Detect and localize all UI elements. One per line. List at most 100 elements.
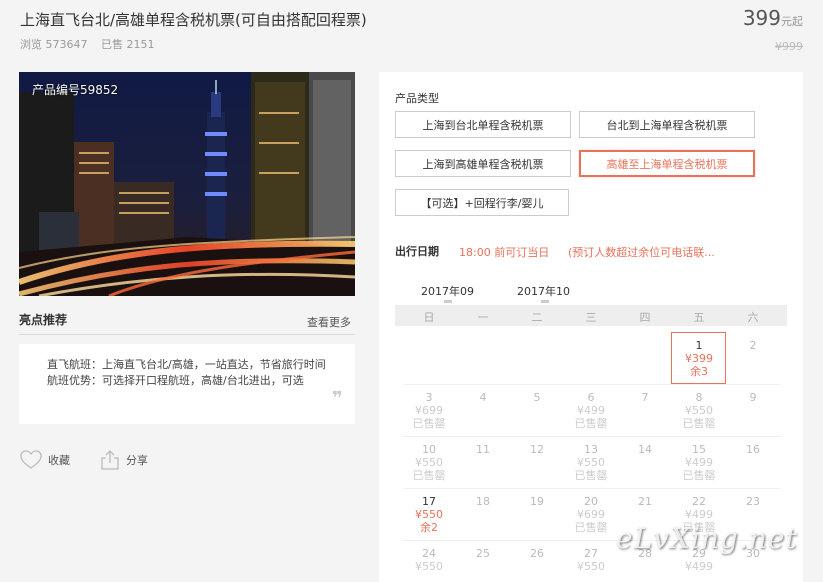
seat-limit-note: (预订人数超过余位可电话联... <box>568 246 715 259</box>
day-number: 6 <box>587 391 595 404</box>
booking-deadline-note: 18:00 前可订当日 <box>459 246 550 259</box>
watermark: eLvXing.net <box>616 522 798 555</box>
day-number: 25 <box>476 547 490 560</box>
day-number: 7 <box>641 391 649 404</box>
product-type-option[interactable]: 台北到上海单程含税机票 <box>579 111 755 138</box>
day-number: 24 <box>422 547 436 560</box>
month-tab-indicator <box>444 300 452 303</box>
calendar-day[interactable]: 17 ¥550 余2 <box>401 495 457 534</box>
calendar-day: 10 ¥550 已售罄 <box>401 443 457 482</box>
calendar-day: 8 ¥550 已售罄 <box>671 391 727 430</box>
calendar-day: 21 <box>617 495 673 508</box>
day-number: 9 <box>749 391 757 404</box>
calendar-day: 25 <box>455 547 511 560</box>
day-number: 26 <box>530 547 544 560</box>
day-number: 12 <box>530 443 544 456</box>
product-title: 上海直飞台北/高雄单程含税机票(可自由搭配回程票) <box>20 11 367 29</box>
day-price: ¥499 <box>685 508 713 521</box>
product-type-option[interactable]: 高雄至上海单程含税机票 <box>579 150 755 177</box>
day-status: 已售罄 <box>412 469 446 482</box>
calendar-row-divider <box>403 384 781 385</box>
share-box-arrow-icon <box>101 450 119 470</box>
day-number: 11 <box>476 443 490 456</box>
calendar-row-divider <box>403 488 781 489</box>
calendar-day: 18 <box>455 495 511 508</box>
highlight-line-2: 航班优势：可选择开口程航班，高雄/台北进出，可选 <box>47 374 304 387</box>
day-price: ¥550 <box>415 560 443 573</box>
product-type-label: 产品类型 <box>395 92 439 105</box>
calendar-day: 26 <box>509 547 565 560</box>
day-number: 3 <box>425 391 433 404</box>
day-number: 16 <box>746 443 760 456</box>
calendar-day: 14 <box>617 443 673 456</box>
day-status: 已售罄 <box>574 417 608 430</box>
day-number: 21 <box>638 495 652 508</box>
product-photo <box>19 72 355 296</box>
calendar-day: 3 ¥699 已售罄 <box>401 391 457 430</box>
calendar-day: 7 <box>617 391 673 404</box>
day-number: 20 <box>584 495 598 508</box>
day-number: 17 <box>422 495 436 508</box>
calendar-day: 12 <box>509 443 565 456</box>
original-price: ¥999 <box>775 40 803 53</box>
calendar-day: 9 <box>725 391 781 404</box>
travel-date-label: 出行日期 <box>395 245 439 258</box>
selected-date-box <box>671 332 726 384</box>
calendar-row-divider <box>403 436 781 437</box>
day-price: ¥499 <box>685 560 713 573</box>
month-tab-sep[interactable]: 2017年09 <box>421 283 474 299</box>
calendar-day: 20 ¥699 已售罄 <box>563 495 619 534</box>
share-button[interactable]: 分享 <box>100 450 148 470</box>
weekday-label: 二 <box>531 311 543 324</box>
calendar-day: 5 <box>509 391 565 404</box>
day-status: 已售罄 <box>574 469 608 482</box>
product-type-option[interactable]: 上海到高雄单程含税机票 <box>395 150 571 177</box>
price-value: 399 <box>742 6 781 30</box>
calendar-day: 11 <box>455 443 511 456</box>
highlights-box: 直飞航班：上海直飞台北/高雄，一站直达，节省旅行时间 航班优势：可选择开口程航班… <box>19 344 355 424</box>
favorite-button[interactable]: 收藏 <box>20 450 70 470</box>
day-number: 14 <box>638 443 652 456</box>
favorite-label: 收藏 <box>48 454 70 467</box>
heart-outline-icon <box>20 450 42 469</box>
day-price: ¥550 <box>577 456 605 469</box>
product-type-option[interactable]: 上海到台北单程含税机票 <box>395 111 571 138</box>
day-number: 18 <box>476 495 490 508</box>
day-status: 已售罄 <box>412 417 446 430</box>
calendar-day: 19 <box>509 495 565 508</box>
day-number: 15 <box>692 443 706 456</box>
price-unit: 元起 <box>781 15 803 28</box>
sold-count: 已售 2151 <box>101 38 155 51</box>
view-count: 浏览 573647 <box>20 38 88 51</box>
weekday-label: 五 <box>693 311 705 324</box>
day-number: 19 <box>530 495 544 508</box>
highlights-more-link[interactable]: 查看更多 <box>307 314 351 330</box>
month-tab-indicator <box>541 300 549 303</box>
day-number: 2 <box>749 339 757 352</box>
day-status: 已售罄 <box>682 469 716 482</box>
day-number: 5 <box>533 391 541 404</box>
calendar-day: 24 ¥550 <box>401 547 457 573</box>
day-number: 23 <box>746 495 760 508</box>
day-number: 8 <box>695 391 703 404</box>
day-price: ¥550 <box>415 456 443 469</box>
month-tab-oct[interactable]: 2017年10 <box>517 283 570 299</box>
day-status: 已售罄 <box>682 417 716 430</box>
day-status: 余2 <box>420 521 438 534</box>
day-price: ¥499 <box>685 456 713 469</box>
quote-icon: ❞ <box>332 388 343 409</box>
product-type-option[interactable]: 【可选】+回程行李/婴儿 <box>395 189 569 216</box>
calendar-day: 27 ¥550 <box>563 547 619 573</box>
calendar-day: 23 <box>725 495 781 508</box>
day-number: 10 <box>422 443 436 456</box>
day-price: ¥699 <box>577 508 605 521</box>
day-price: ¥699 <box>415 404 443 417</box>
calendar-day: 4 <box>455 391 511 404</box>
day-status: 已售罄 <box>574 521 608 534</box>
day-price: ¥550 <box>685 404 713 417</box>
day-price: ¥550 <box>577 560 605 573</box>
product-id: 产品编号59852 <box>32 83 119 97</box>
calendar-day: 2 <box>725 339 781 352</box>
share-label: 分享 <box>126 454 148 467</box>
product-stats: 浏览 573647 已售 2151 <box>20 36 165 52</box>
